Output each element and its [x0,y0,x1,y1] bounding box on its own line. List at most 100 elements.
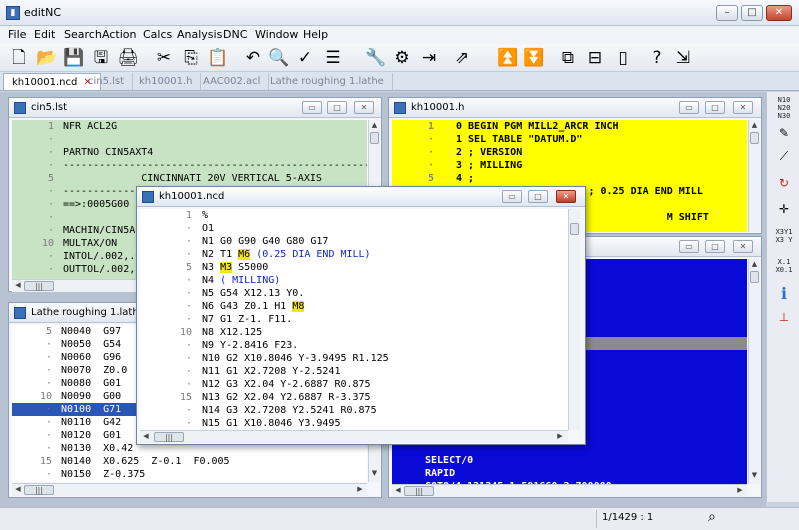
paste-icon[interactable]: 📋 [207,47,229,69]
download-icon[interactable]: ⏬ [523,47,545,69]
tab-lathe-roughing-1-lathe[interactable]: Lathe roughing 1.lathe [262,73,393,90]
minimize-button[interactable]: ▭ [502,190,522,203]
axis-icon[interactable]: ✛ [769,202,799,216]
horizontal-scrollbar[interactable]: ◀ ||| ▶ [12,483,367,496]
line-number: · [185,249,192,260]
scroll-right-icon[interactable]: ▶ [356,485,364,493]
scroll-left-icon[interactable]: ◀ [14,485,22,493]
scroll-up-icon[interactable]: ▲ [749,260,760,268]
check-icon[interactable]: ✓ [294,47,316,69]
scroll-thumb[interactable]: ||| [404,486,434,496]
scale-icon[interactable]: X.1 X0.1 [768,258,799,274]
line-text: O1 [202,222,214,235]
scroll-thumb[interactable]: ||| [154,432,184,442]
scroll-down-icon[interactable]: ▼ [369,469,380,477]
scroll-up-icon[interactable]: ▲ [749,121,760,129]
tab-aac002-acl[interactable]: AAC002.acl [195,73,270,90]
minimize-button[interactable]: ▭ [679,101,699,114]
code-line: · 2 ; VERSION [392,146,747,159]
scroll-up-icon[interactable]: ▲ [369,121,380,129]
send-icon[interactable]: ⇗ [451,47,473,69]
save-icon[interactable]: 💾 [63,47,85,69]
scroll-thumb[interactable] [370,132,379,144]
vertical-scrollbar[interactable]: ▲ [748,120,760,232]
split-horizontal-icon[interactable]: ⊟ [584,47,606,69]
scroll-right-icon[interactable]: ▶ [736,486,744,494]
minimize-button[interactable]: – [716,5,738,21]
machine-tool-icon[interactable]: ⊥ [769,310,799,324]
list-icon[interactable]: ☰ [322,47,344,69]
menu-calcs[interactable]: Calcs [143,28,172,41]
upload-icon[interactable]: ⏫ [497,47,519,69]
help-icon[interactable]: ? [646,47,668,69]
tool-icon[interactable]: ✎ [769,126,799,140]
copy-icon[interactable]: ⎘ [180,47,202,69]
minimize-button[interactable]: ▭ [679,240,699,253]
close-button[interactable]: ✕ [556,190,576,203]
menu-edit[interactable]: Edit [34,28,55,41]
scroll-left-icon[interactable]: ◀ [142,432,150,440]
cursor-position: 1/1429 : 1 [602,512,654,523]
line-number: · [47,225,54,236]
undo-icon[interactable]: ↶ [242,47,264,69]
scroll-left-icon[interactable]: ◀ [394,486,402,494]
sequence-number-icon[interactable]: N10 N20 N30 [768,96,799,120]
horizontal-scrollbar[interactable]: ◀ ||| ▶ [140,430,568,443]
scroll-down-icon[interactable]: ▼ [749,471,760,479]
menu-analysis[interactable]: Analysis [177,28,222,41]
tab-label: Lathe roughing 1.lathe [270,76,384,87]
maximize-button[interactable]: □ [741,5,763,21]
close-button[interactable]: ✕ [733,101,753,114]
window-titlebar: kh10001.ncd ▭ □ ✕ [137,187,585,207]
tool-wrench-icon[interactable]: 🔧 [365,47,387,69]
close-button[interactable]: ✕ [733,240,753,253]
rotate-icon[interactable]: ↻ [769,176,799,190]
code-token: N9 Y-2.8416 F23. [202,340,299,351]
scroll-left-icon[interactable]: ◀ [14,281,22,289]
scroll-thumb[interactable] [750,271,759,283]
code-editor[interactable]: 1% · O1 · N1 G0 G90 G40 G80 G17 · N2 T1 M6 (0.… [140,209,568,430]
horizontal-scrollbar[interactable]: ◀ ||| ▶ [392,484,747,497]
menu-action[interactable]: Action [102,28,136,41]
compare-icon[interactable]: ⧉ [557,47,579,69]
tab-kh10001-h[interactable]: kh10001.h [131,73,202,90]
menu-search[interactable]: Search [64,28,102,41]
info-icon[interactable]: ℹ [769,284,799,303]
scroll-right-icon[interactable]: ▶ [556,432,564,440]
maximize-button[interactable]: □ [528,190,548,203]
window-kh10001-ncd[interactable]: kh10001.ncd ▭ □ ✕ 1% · O1 · N1 G0 G90 G40 G8… [136,186,586,445]
cut-icon[interactable]: ✂ [153,47,175,69]
maximize-button[interactable]: □ [705,101,725,114]
line-number: · [47,212,54,223]
close-button[interactable]: ✕ [354,101,374,114]
maximize-button[interactable]: □ [705,240,725,253]
scroll-thumb[interactable]: ||| [24,485,54,495]
split-vertical-icon[interactable]: ▯ [612,47,634,69]
menu-dnc[interactable]: DNC [223,28,247,41]
open-folder-icon[interactable]: 📂 [36,47,58,69]
line-number: · [185,418,192,429]
transfer-icon[interactable]: ⇥ [418,47,440,69]
scroll-thumb[interactable] [570,223,579,235]
xyz-swap-icon[interactable]: X3Y1 X3 Y [768,228,799,244]
vertical-scrollbar[interactable]: ▲ ▼ [748,259,760,484]
menu-help[interactable]: Help [303,28,328,41]
search-icon[interactable]: ⌕ [708,509,716,525]
new-file-icon[interactable]: 🗋 [8,47,30,69]
scroll-thumb[interactable] [750,132,759,144]
menu-window[interactable]: Window [255,28,298,41]
tab-cin5-lst[interactable]: cin5.lst [80,73,134,90]
vertical-scrollbar[interactable] [568,209,580,430]
code-line: · N12 G3 X2.04 Y-2.6887 R0.875 [140,378,568,391]
maximize-button[interactable]: □ [327,101,347,114]
scroll-thumb[interactable]: ||| [24,281,54,291]
close-button[interactable]: ✕ [766,5,792,21]
toolpath-icon[interactable]: ⟋ [769,149,799,164]
machine-icon[interactable]: ⚙ [391,47,413,69]
find-icon[interactable]: 🔍 [268,47,290,69]
exit-icon[interactable]: ⇲ [672,47,694,69]
minimize-button[interactable]: ▭ [302,101,322,114]
print-icon[interactable]: 🖨 [117,47,139,69]
save-all-icon[interactable]: 🖫 [90,47,112,69]
menu-file[interactable]: File [8,28,26,41]
